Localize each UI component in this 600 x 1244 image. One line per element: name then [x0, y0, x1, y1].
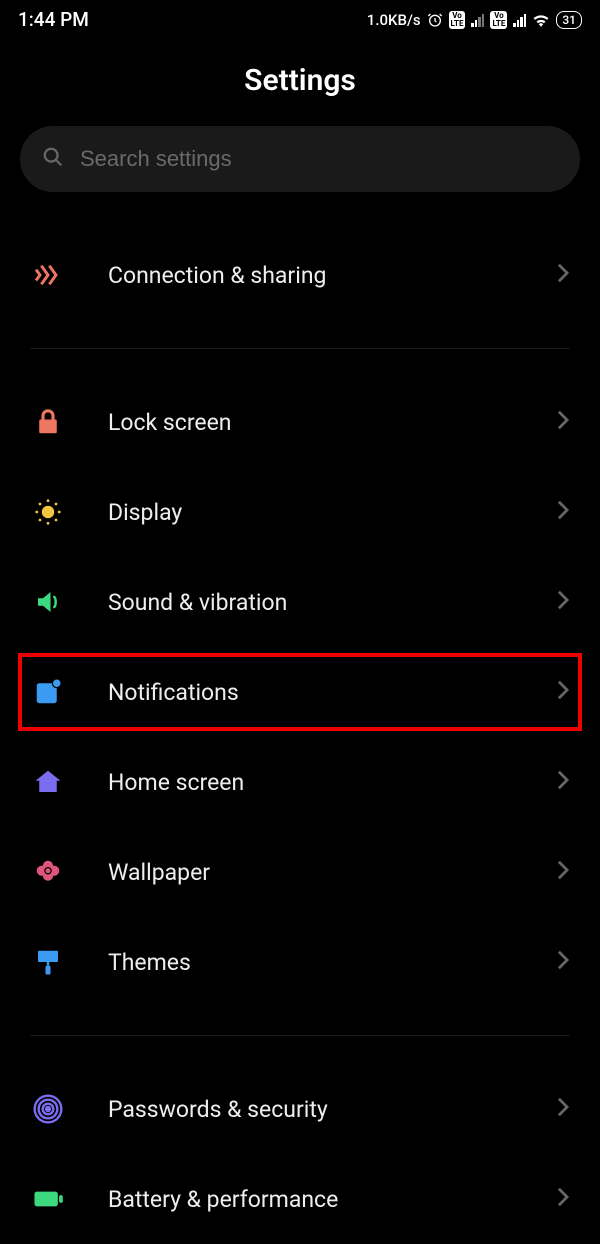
settings-item-display[interactable]: Display [0, 467, 600, 557]
settings-item-label: Passwords & security [108, 1096, 556, 1123]
volte-icon-2: VoLTE [490, 11, 507, 29]
divider [30, 348, 570, 349]
settings-item-themes[interactable]: Themes [0, 917, 600, 1007]
alarm-icon [427, 12, 443, 28]
connection-sharing-icon [30, 257, 66, 293]
chevron-right-icon [556, 409, 570, 435]
lock-icon [30, 404, 66, 440]
chevron-right-icon [556, 949, 570, 975]
search-box[interactable] [20, 126, 580, 192]
settings-item-home-screen[interactable]: Home screen [0, 737, 600, 827]
status-time: 1:44 PM [18, 8, 89, 31]
settings-item-label: Notifications [108, 679, 556, 706]
settings-item-notifications[interactable]: Notifications [0, 647, 600, 737]
wifi-icon [532, 13, 550, 27]
settings-item-sound-vibration[interactable]: Sound & vibration [0, 557, 600, 647]
home-icon [30, 764, 66, 800]
paint-roller-icon [30, 944, 66, 980]
chevron-right-icon [556, 499, 570, 525]
chevron-right-icon [556, 262, 570, 288]
settings-item-label: Home screen [108, 769, 556, 796]
settings-item-connection-sharing[interactable]: Connection & sharing [0, 230, 600, 320]
chevron-right-icon [556, 589, 570, 615]
flower-icon [30, 854, 66, 890]
battery-performance-icon [30, 1181, 66, 1217]
settings-item-label: Themes [108, 949, 556, 976]
notifications-icon [30, 674, 66, 710]
settings-item-label: Battery & performance [108, 1186, 556, 1213]
chevron-right-icon [556, 679, 570, 705]
sun-icon [30, 494, 66, 530]
fingerprint-icon [30, 1091, 66, 1127]
status-right: 1.0KB/s VoLTE VoLTE 31 [367, 11, 582, 29]
search-icon [42, 146, 64, 172]
chevron-right-icon [556, 859, 570, 885]
settings-item-label: Wallpaper [108, 859, 556, 886]
settings-item-label: Connection & sharing [108, 262, 556, 289]
settings-item-wallpaper[interactable]: Wallpaper [0, 827, 600, 917]
chevron-right-icon [556, 1186, 570, 1212]
volte-icon-1: VoLTE [449, 11, 466, 29]
chevron-right-icon [556, 1096, 570, 1122]
settings-item-battery-performance[interactable]: Battery & performance [0, 1154, 600, 1244]
settings-item-label: Lock screen [108, 409, 556, 436]
search-input[interactable] [80, 146, 558, 172]
speaker-icon [30, 584, 66, 620]
divider [30, 1035, 570, 1036]
settings-item-label: Display [108, 499, 556, 526]
status-speed: 1.0KB/s [367, 11, 421, 29]
settings-item-lock-screen[interactable]: Lock screen [0, 377, 600, 467]
battery-icon: 31 [556, 11, 582, 29]
settings-item-label: Sound & vibration [108, 589, 556, 616]
status-bar: 1:44 PM 1.0KB/s VoLTE VoLTE 31 [0, 0, 600, 35]
page-title: Settings [0, 63, 600, 98]
chevron-right-icon [556, 769, 570, 795]
settings-item-passwords-security[interactable]: Passwords & security [0, 1064, 600, 1154]
signal-icon-1 [471, 13, 484, 27]
signal-icon-2 [513, 13, 526, 27]
